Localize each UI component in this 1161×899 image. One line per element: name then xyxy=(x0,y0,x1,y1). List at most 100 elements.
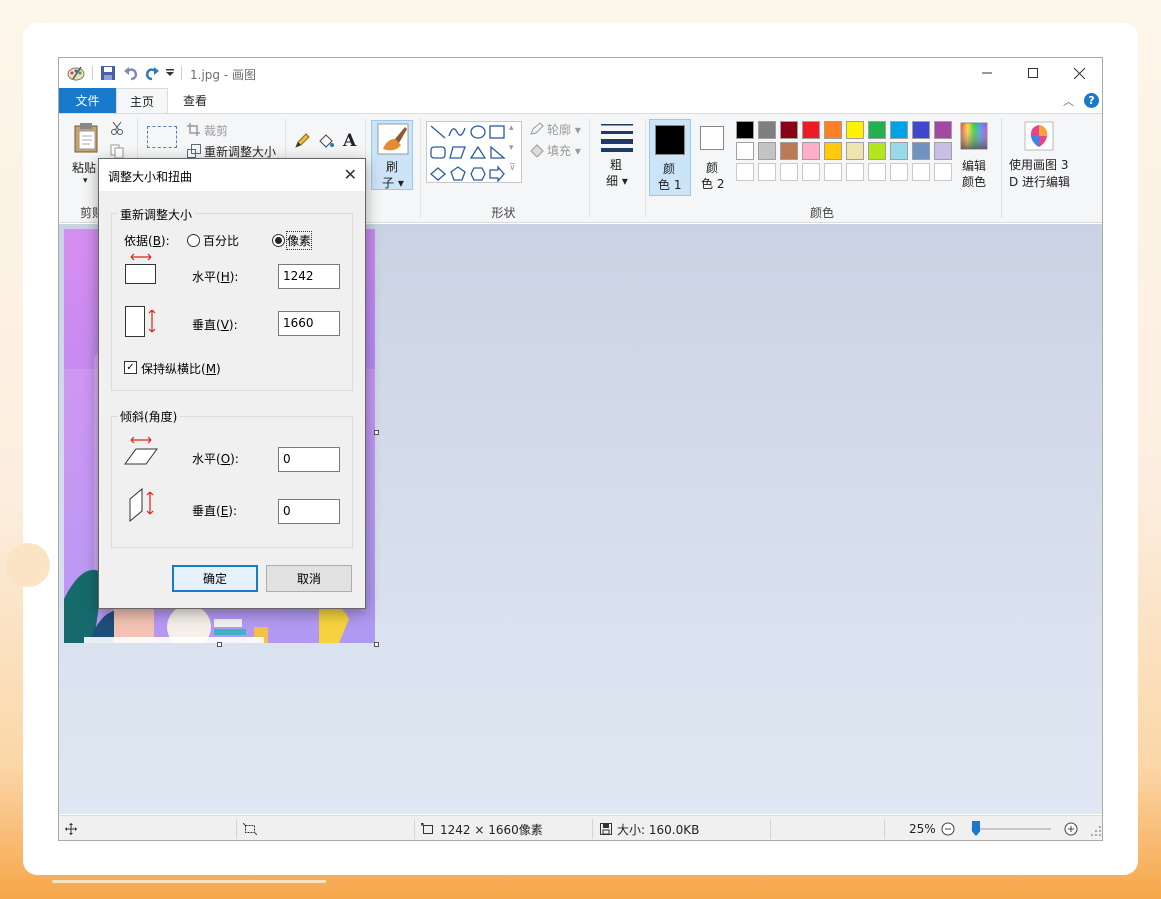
crop-icon[interactable] xyxy=(187,123,200,136)
zoom-slider-thumb[interactable] xyxy=(972,821,980,836)
status-divider xyxy=(884,819,885,839)
fill-icon[interactable] xyxy=(529,143,545,157)
palette-color-swatch[interactable] xyxy=(868,142,886,160)
palette-custom-slot[interactable] xyxy=(758,163,776,181)
window-title: 1.jpg - 画图 xyxy=(190,68,256,82)
ribbon-separator xyxy=(1001,118,1002,218)
size-label[interactable]: 粗 xyxy=(610,156,622,173)
palette-color-swatch[interactable] xyxy=(912,142,930,160)
color1-button[interactable]: 颜 色 1 xyxy=(649,119,691,196)
palette-color-swatch[interactable] xyxy=(890,121,908,139)
palette-color-swatch[interactable] xyxy=(868,121,886,139)
percent-label[interactable]: 百分比 xyxy=(203,232,239,249)
skew-horizontal-input[interactable]: 0 xyxy=(278,447,340,472)
shapes-gallery[interactable] xyxy=(426,121,522,183)
edit-colors-label[interactable]: 编辑 xyxy=(962,157,986,174)
copy-icon[interactable] xyxy=(110,144,124,158)
fill-button[interactable]: 填充 ▾ xyxy=(547,142,581,159)
palette-color-swatch[interactable] xyxy=(890,142,908,160)
vertical-skew-icon xyxy=(129,487,154,523)
edit-colors-icon[interactable] xyxy=(960,122,988,150)
palette-custom-slot[interactable] xyxy=(912,163,930,181)
pixels-radio[interactable] xyxy=(272,234,285,247)
palette-custom-slot[interactable] xyxy=(780,163,798,181)
dialog-close-icon[interactable]: ✕ xyxy=(344,165,357,184)
cut-icon[interactable] xyxy=(110,121,124,135)
palette-color-swatch[interactable] xyxy=(736,142,754,160)
resize-handle-corner[interactable] xyxy=(374,642,379,647)
crop-button[interactable]: 裁剪 xyxy=(204,122,228,139)
paint3d-icon[interactable] xyxy=(1024,121,1054,151)
maximize-button[interactable] xyxy=(1010,58,1056,88)
palette-custom-slot[interactable] xyxy=(890,163,908,181)
cancel-button[interactable]: 取消 xyxy=(266,565,352,592)
save-icon[interactable] xyxy=(100,65,116,81)
zoom-in-button[interactable] xyxy=(1064,816,1078,840)
tab-file[interactable]: 文件 xyxy=(59,88,116,113)
palette-color-swatch[interactable] xyxy=(912,121,930,139)
text-tool-icon[interactable]: A xyxy=(343,131,356,151)
select-tool-icon[interactable] xyxy=(147,126,177,148)
paste-icon[interactable] xyxy=(72,122,102,154)
undo-icon[interactable] xyxy=(123,65,139,81)
palette-color-swatch[interactable] xyxy=(824,121,842,139)
keep-ratio-label[interactable]: 保持纵横比(M) xyxy=(141,360,221,377)
redo-icon[interactable] xyxy=(144,65,160,81)
minimize-button[interactable] xyxy=(964,58,1010,88)
palette-color-swatch[interactable] xyxy=(780,142,798,160)
paste-button[interactable]: 粘贴 xyxy=(72,159,96,176)
palette-color-swatch[interactable] xyxy=(824,142,842,160)
outline-button[interactable]: 轮廓 ▾ xyxy=(547,121,581,138)
size-label[interactable]: 细 ▾ xyxy=(606,172,628,189)
palette-color-swatch[interactable] xyxy=(780,121,798,139)
resize-handle-bottom[interactable] xyxy=(217,642,222,647)
shapes-scroll-up-icon[interactable]: ▴ xyxy=(509,123,514,133)
paste-dropdown-icon[interactable]: ▾ xyxy=(83,176,88,186)
image-size-icon xyxy=(421,823,433,834)
palette-color-swatch[interactable] xyxy=(802,142,820,160)
size-icon[interactable] xyxy=(601,122,633,152)
ok-button[interactable]: 确定 xyxy=(172,565,258,592)
brushes-button[interactable]: 刷 子 ▾ xyxy=(371,120,413,190)
shapes-more-icon[interactable]: ⊽ xyxy=(509,163,516,173)
paint3d-label[interactable]: 使用画图 3 xyxy=(1009,156,1068,173)
resize-grip-icon[interactable] xyxy=(1091,818,1101,840)
keep-ratio-checkbox[interactable]: ✓ xyxy=(124,361,137,374)
palette-custom-slot[interactable] xyxy=(934,163,952,181)
palette-color-swatch[interactable] xyxy=(758,142,776,160)
palette-color-swatch[interactable] xyxy=(758,121,776,139)
fill-bucket-icon[interactable] xyxy=(317,133,334,149)
collapse-ribbon-icon[interactable]: ︿ xyxy=(1063,93,1074,109)
palette-color-swatch[interactable] xyxy=(934,142,952,160)
zoom-out-button[interactable] xyxy=(941,816,955,840)
pencil-icon[interactable] xyxy=(294,133,310,149)
palette-color-swatch[interactable] xyxy=(802,121,820,139)
palette-custom-slot[interactable] xyxy=(736,163,754,181)
shapes-scroll-down-icon[interactable]: ▾ xyxy=(509,143,514,153)
resize-handle-right[interactable] xyxy=(374,430,379,435)
resize-horizontal-input[interactable]: 1242 xyxy=(278,264,340,289)
zoom-slider-track[interactable] xyxy=(971,828,1051,830)
palette-custom-slot[interactable] xyxy=(846,163,864,181)
paint3d-label[interactable]: D 进行编辑 xyxy=(1009,173,1070,190)
palette-color-swatch[interactable] xyxy=(846,121,864,139)
outline-icon[interactable] xyxy=(529,122,544,136)
palette-color-swatch[interactable] xyxy=(934,121,952,139)
tab-view[interactable]: 查看 xyxy=(170,88,220,113)
close-button[interactable] xyxy=(1056,58,1102,88)
color2-button[interactable]: 颜 色 2 xyxy=(693,119,735,196)
resize-icon[interactable] xyxy=(187,144,201,158)
percent-radio[interactable] xyxy=(187,234,200,247)
tab-home[interactable]: 主页 xyxy=(116,88,168,113)
palette-color-swatch[interactable] xyxy=(736,121,754,139)
palette-color-swatch[interactable] xyxy=(846,142,864,160)
skew-vertical-input[interactable]: 0 xyxy=(278,499,340,524)
resize-vertical-input[interactable]: 1660 xyxy=(278,311,340,336)
palette-custom-slot[interactable] xyxy=(868,163,886,181)
palette-custom-slot[interactable] xyxy=(824,163,842,181)
pixels-label[interactable]: 像素 xyxy=(285,231,313,250)
help-icon[interactable]: ? xyxy=(1084,93,1099,108)
customize-quick-access-icon[interactable] xyxy=(165,69,175,85)
palette-custom-slot[interactable] xyxy=(802,163,820,181)
edit-colors-label[interactable]: 颜色 xyxy=(962,173,986,190)
